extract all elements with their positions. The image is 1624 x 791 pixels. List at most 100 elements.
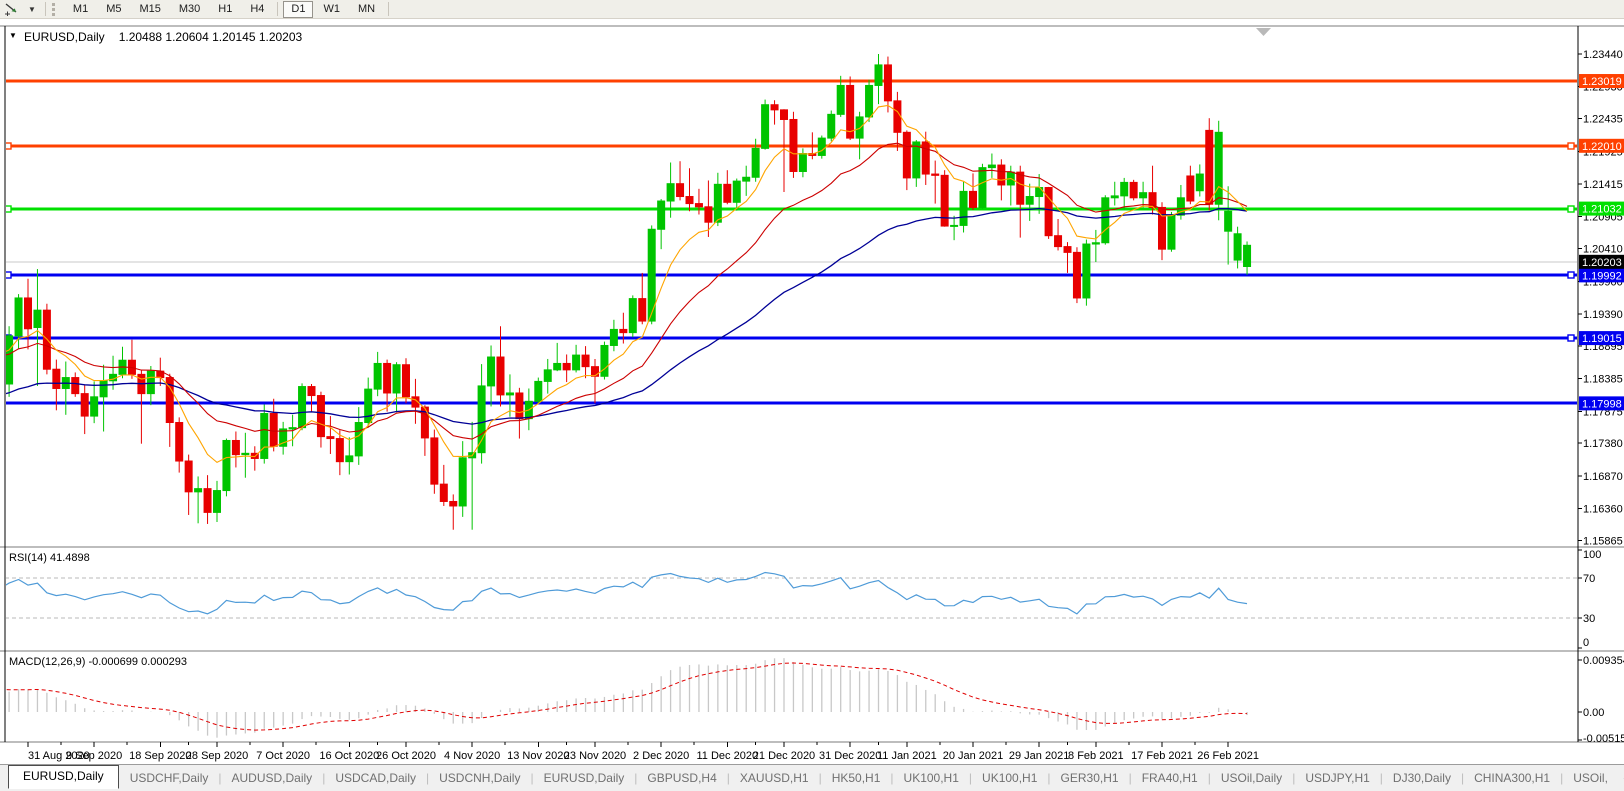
level-price-tag: 1.21032 (1579, 202, 1624, 216)
rsi-axis-label: 100 (1583, 549, 1601, 561)
rsi-axis-label: 0 (1583, 637, 1589, 649)
level-price-tag-text: 1.22010 (1582, 141, 1622, 153)
current-price-tag-text: 1.20203 (1582, 257, 1622, 269)
date-axis-label: 8 Feb 2021 (1068, 750, 1124, 762)
level-price-tag: 1.22010 (1579, 139, 1624, 153)
symbol-tab-gbpusd-h4[interactable]: GBPUSD,H4 (638, 769, 725, 787)
price-axis: 1.234401.229301.224351.219251.214151.209… (1578, 49, 1624, 745)
level-price-tag: 1.19992 (1579, 268, 1624, 282)
price-axis-label: 1.16870 (1583, 471, 1623, 483)
price-axis-label: 1.16360 (1583, 504, 1623, 516)
rsi-label: RSI(14) 41.4898 (9, 552, 90, 564)
chart-canvas: 1.234401.229301.224351.219251.214151.209… (0, 0, 1624, 764)
price-axis-label: 1.21415 (1583, 179, 1623, 191)
candlesticks (0, 54, 1251, 530)
macd-axis-label: 0.009354 (1583, 655, 1624, 667)
tab-scroll-arrows: ◄► (1617, 771, 1624, 785)
current-price-tag: 1.20203 (1579, 255, 1624, 269)
symbol-tab-usdchf-daily[interactable]: USDCHF,Daily (121, 769, 218, 787)
level-price-tag-text: 1.23019 (1582, 76, 1622, 88)
date-axis-label: 21 Dec 2020 (753, 750, 815, 762)
price-axis-label: 1.20410 (1583, 244, 1623, 256)
timeframe-button-m1[interactable]: M1 (65, 1, 96, 18)
toolbar: ▼ M1M5M15M30H1H4 D1W1MN (0, 0, 1624, 19)
date-axis-label: 17 Feb 2021 (1131, 750, 1193, 762)
toolbar-grip[interactable] (52, 3, 58, 16)
chart-shift-marker-icon[interactable] (1256, 28, 1271, 36)
level-price-tag: 1.23019 (1579, 74, 1624, 88)
level-price-tag: 1.19015 (1579, 331, 1624, 345)
date-axis-label: 7 Oct 2020 (256, 750, 310, 762)
timeframe-button-m15[interactable]: M15 (131, 1, 168, 18)
date-axis-label: 28 Sep 2020 (186, 750, 248, 762)
timeframe-button-m30[interactable]: M30 (171, 1, 208, 18)
level-price-tag-text: 1.21032 (1582, 204, 1622, 216)
price-axis-label: 1.15865 (1583, 535, 1623, 547)
symbol-tab-dj30-daily[interactable]: DJ30,Daily (1384, 769, 1460, 787)
symbol-tab-uk100-h1[interactable]: UK100,H1 (973, 769, 1046, 787)
symbol-tab-uk100-h1[interactable]: UK100,H1 (895, 769, 968, 787)
date-axis-label: 4 Nov 2020 (444, 750, 500, 762)
toolbar-separator (45, 2, 46, 16)
rsi-axis-label: 70 (1583, 573, 1595, 585)
timeframe-group: M1M5M15M30H1H4 D1W1MN (64, 1, 393, 18)
symbol-tab-bar: EURUSD,DailyUSDCHF,Daily|AUDUSD,Daily|US… (0, 764, 1624, 791)
timeframe-button-m5[interactable]: M5 (98, 1, 129, 18)
timeframe-button-w1[interactable]: W1 (315, 1, 348, 18)
symbol-tab-usdcnh-daily[interactable]: USDCNH,Daily (430, 769, 529, 787)
date-axis-label: 11 Dec 2020 (697, 750, 759, 762)
date-axis: 31 Aug 20209 Sep 202018 Sep 202028 Sep 2… (28, 742, 1259, 762)
date-axis-label: 11 Jan 2021 (877, 750, 937, 762)
price-axis-label: 1.18385 (1583, 374, 1623, 386)
symbol-tab-fra40-h1[interactable]: FRA40,H1 (1133, 769, 1207, 787)
level-price-tag-text: 1.19992 (1582, 270, 1622, 282)
trading-terminal: 1.234401.229301.224351.219251.214151.209… (0, 0, 1624, 791)
crosshair-tool-icon[interactable] (0, 1, 23, 17)
price-axis-label: 1.22435 (1583, 114, 1623, 126)
symbol-tab-usoil-[interactable]: USOil, (1564, 769, 1617, 787)
date-axis-label: 23 Nov 2020 (564, 750, 626, 762)
macd-panel[interactable] (0, 658, 1247, 738)
macd-label: MACD(12,26,9) -0.000699 0.000293 (9, 656, 187, 668)
level-price-tag-text: 1.19015 (1582, 333, 1622, 345)
price-axis-label: 1.23440 (1583, 49, 1623, 61)
level-price-tag: 1.17998 (1579, 396, 1624, 410)
symbol-tab-xauusd-h1[interactable]: XAUUSD,H1 (731, 769, 818, 787)
rsi-panel[interactable] (0, 573, 1578, 619)
timeframe-button-mn[interactable]: MN (350, 1, 383, 18)
level-price-tag-text: 1.17998 (1582, 398, 1622, 410)
date-axis-label: 26 Oct 2020 (376, 750, 436, 762)
date-axis-label: 16 Oct 2020 (319, 750, 379, 762)
date-axis-label: 9 Sep 2020 (66, 750, 122, 762)
symbol-tab-usdcad-daily[interactable]: USDCAD,Daily (326, 769, 425, 787)
timeframe-button-h4[interactable]: H4 (242, 1, 272, 18)
price-axis-label: 1.19390 (1583, 309, 1623, 321)
date-axis-label: 13 Nov 2020 (507, 750, 569, 762)
symbol-tab-ger30-h1[interactable]: GER30,H1 (1052, 769, 1128, 787)
rsi-axis-label: 30 (1583, 613, 1595, 625)
chart-collapse-triangle-icon[interactable]: ▼ (9, 31, 17, 40)
macd-axis-label: 0.00 (1583, 707, 1604, 719)
symbol-tab-hk50-h1[interactable]: HK50,H1 (823, 769, 890, 787)
tool-dropdown-caret-icon[interactable]: ▼ (23, 5, 41, 14)
symbol-tab-eurusd-daily[interactable]: EURUSD,Daily (535, 769, 634, 787)
symbol-tab-eurusd-daily[interactable]: EURUSD,Daily (8, 765, 119, 789)
date-axis-label: 2 Dec 2020 (633, 750, 689, 762)
moving-average-lines (0, 106, 1247, 463)
timeframe-button-d1[interactable]: D1 (283, 1, 313, 18)
symbol-tab-usoil-daily[interactable]: USOil,Daily (1212, 769, 1291, 787)
date-axis-label: 18 Sep 2020 (129, 750, 191, 762)
symbol-tab-usdjpy-h1[interactable]: USDJPY,H1 (1296, 769, 1378, 787)
price-axis-label: 1.17380 (1583, 438, 1623, 450)
date-axis-label: 31 Dec 2020 (819, 750, 881, 762)
symbol-tab-audusd-daily[interactable]: AUDUSD,Daily (223, 769, 322, 787)
main-chart-panel[interactable] (0, 54, 1578, 530)
macd-axis-label: -0.005156 (1583, 733, 1624, 745)
timeframe-button-h1[interactable]: H1 (210, 1, 240, 18)
symbol-tab-china300-h1[interactable]: CHINA300,H1 (1465, 769, 1559, 787)
crosshair-tool-glyph (4, 3, 19, 16)
tab-scroll-left-icon[interactable]: ◄ (1617, 771, 1624, 785)
chart-ohlc-values: 1.20488 1.20604 1.20145 1.20203 (119, 30, 303, 44)
chart-title: EURUSD,Daily 1.20488 1.20604 1.20145 1.20… (24, 30, 302, 44)
chart-symbol-label: EURUSD,Daily (24, 30, 105, 44)
